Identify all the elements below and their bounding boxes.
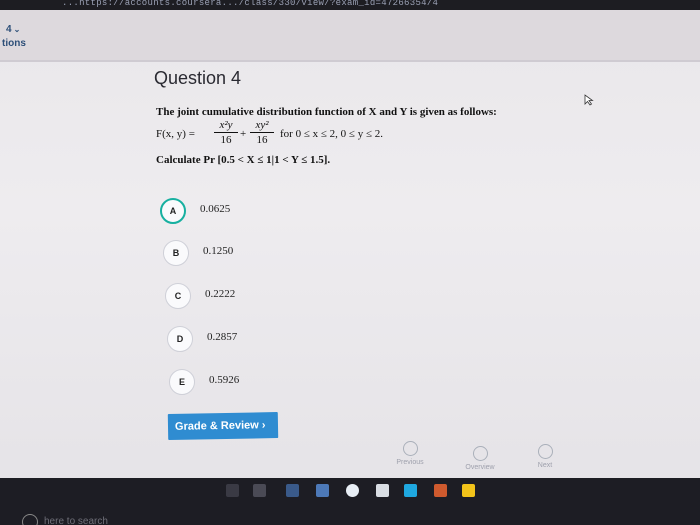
taskbar-search[interactable]: here to search [44,516,108,525]
fraction-1-bar [214,132,238,133]
question-title: Question 4 [154,68,242,88]
grid-icon [472,446,488,461]
screen: ...https://accounts.coursera.../class/33… [0,0,700,525]
taskbar: here to search [0,478,700,525]
top-strip: 4 ⌄ tions [0,10,700,62]
option-a-value: 0.0625 [200,203,231,215]
option-b-letter: B [163,240,189,266]
option-b-value: 0.1250 [203,245,234,257]
cortana-icon[interactable] [22,514,38,525]
question-prompt: The joint cumulative distribution functi… [156,106,497,118]
option-d-value: 0.2857 [207,331,238,343]
question-indicator-number: 4 [6,24,12,35]
browser-url-bar[interactable]: ...https://accounts.coursera.../class/33… [0,0,700,10]
chevron-down-icon: ⌄ [13,25,21,34]
microphone-icon[interactable] [226,484,239,497]
previous-label: Previous [396,459,424,466]
previous-button[interactable]: Previous [390,441,430,466]
calculate-instruction: Calculate Pr [0.5 < X ≤ 1|1 < Y ≤ 1.5]. [156,154,331,166]
overview-label: Overview [465,464,495,471]
fraction-1-numerator: x²y [219,119,233,131]
question-indicator[interactable]: 4 ⌄ [6,24,20,35]
option-e-letter: E [169,369,195,395]
fraction-2: xy² 16 [250,119,274,146]
option-e-value: 0.5926 [209,374,240,386]
mouse-cursor-icon [584,94,594,106]
chevron-left-icon [402,441,418,456]
option-d-letter: D [167,326,193,352]
fraction-2-numerator: xy² [255,119,269,131]
file-explorer-icon[interactable] [286,484,299,497]
office-icon[interactable] [434,484,447,497]
grade-review-button[interactable]: Grade & Review › [167,412,279,440]
folder-icon[interactable] [462,484,475,497]
next-label: Next [537,462,553,469]
url-text: ...https://accounts.coursera.../class/33… [62,0,439,8]
plus-sign: + [240,128,247,140]
fraction-1: x²y 16 [214,119,238,146]
section-label: tions [2,38,26,49]
option-a-letter: A [160,198,186,224]
store-icon[interactable] [316,484,329,497]
chevron-right-icon [537,444,553,459]
task-view-icon[interactable] [253,484,266,497]
overview-button[interactable]: Overview [460,446,500,471]
option-c-letter: C [165,283,191,309]
mail-icon[interactable] [376,484,389,497]
option-c-value: 0.2222 [205,288,236,300]
fraction-2-denominator: 16 [256,134,268,146]
fraction-2-bar [250,132,274,133]
fraction-1-denominator: 16 [220,134,232,146]
formula-domain: for 0 ≤ x ≤ 2, 0 ≤ y ≤ 2. [280,128,383,140]
next-button[interactable]: Next [525,444,565,469]
browser-icon[interactable] [346,484,359,497]
skype-icon[interactable] [404,484,417,497]
formula-lhs: F(x, y) = [156,128,195,140]
